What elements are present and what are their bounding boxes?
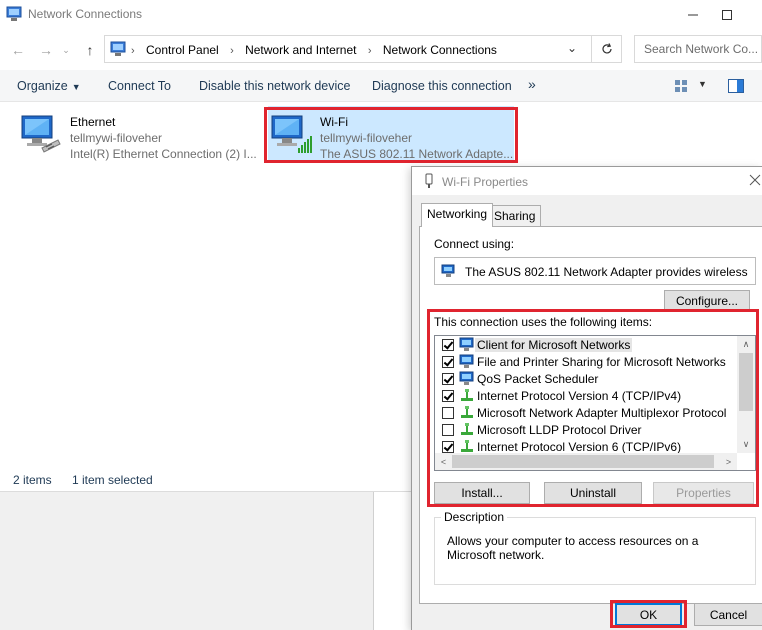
breadcrumb-item-control-panel[interactable]: Control Panel [146, 43, 219, 57]
maximize-button[interactable] [704, 0, 750, 30]
forward-button[interactable]: → [36, 40, 56, 60]
selection-count: 1 item selected [72, 473, 153, 487]
connect-using-label: Connect using: [434, 237, 515, 251]
address-dropdown-icon[interactable]: ⌄ [567, 41, 577, 55]
tab-networking[interactable]: Networking [421, 203, 494, 227]
view-dropdown-icon[interactable]: ▼ [698, 79, 707, 89]
forward-arrow-icon: → [39, 42, 53, 58]
network-connections-icon [6, 6, 22, 21]
items-highlight-box [427, 309, 759, 507]
more-commands-button[interactable]: » [528, 76, 536, 92]
breadcrumb-separator-icon: › [131, 45, 135, 57]
tab-sharing[interactable]: Sharing [488, 205, 542, 226]
description-title: Description [441, 510, 508, 524]
description-text: Allows your computer to access resources… [447, 534, 699, 562]
up-button[interactable]: ↑ [80, 40, 100, 60]
breadcrumb-separator-icon: › [367, 45, 372, 57]
breadcrumb-item-network-connections[interactable]: Network Connections [383, 43, 497, 57]
cancel-button[interactable]: Cancel [694, 603, 762, 626]
back-arrow-icon: ← [11, 42, 25, 58]
search-input[interactable] [636, 37, 760, 61]
diagnose-connection-button[interactable]: Diagnose this connection [372, 79, 512, 93]
command-bar: Organize ▼ Connect To Disable this networ… [0, 70, 762, 102]
breadcrumb: › Control Panel › Network and Internet ›… [131, 43, 497, 57]
navigation-bar: ← → ⌄ ↑ › Control Panel › Network and In… [0, 33, 762, 65]
adapter-name: The ASUS 802.11 Network Adapter provides… [465, 265, 751, 279]
item-count: 2 items [13, 473, 52, 487]
close-icon[interactable] [748, 173, 762, 187]
refresh-icon [601, 43, 612, 54]
organize-menu[interactable]: Organize ▼ [17, 79, 81, 93]
wifi-adapter-icon [425, 173, 433, 188]
change-view-button[interactable] [674, 79, 688, 96]
dialog-title-bar: Wi-Fi Properties [412, 167, 762, 195]
network-adapter-icon [441, 264, 455, 277]
chevron-down-icon: ⌄ [62, 44, 70, 55]
recent-locations-button[interactable]: ⌄ [60, 40, 72, 60]
title-bar: Network Connections [0, 0, 762, 30]
view-options-icon [675, 80, 687, 92]
breadcrumb-item-network-and-internet[interactable]: Network and Internet [245, 43, 356, 57]
connection-item-ethernet[interactable]: Ethernet tellmywi-filoveher Intel(R) Eth… [18, 106, 268, 162]
description-group: Description Allows your computer to acce… [434, 510, 756, 585]
chevron-down-icon: ▼ [71, 82, 81, 92]
disable-device-button[interactable]: Disable this network device [199, 79, 350, 93]
connect-to-button[interactable]: Connect To [108, 79, 171, 93]
minimize-icon [688, 14, 698, 16]
preview-pane-icon [728, 79, 744, 93]
back-button[interactable]: ← [8, 40, 28, 60]
window-title: Network Connections [28, 7, 143, 21]
dialog-title: Wi-Fi Properties [442, 175, 529, 189]
address-bar[interactable]: › Control Panel › Network and Internet ›… [104, 35, 592, 63]
connection-device: Intel(R) Ethernet Connection (2) I... [70, 147, 257, 161]
search-box [634, 35, 762, 63]
lower-background [0, 492, 374, 630]
breadcrumb-separator-icon: › [230, 45, 234, 57]
ok-highlight-box [610, 600, 687, 628]
ethernet-adapter-icon [21, 115, 61, 153]
refresh-button[interactable] [592, 35, 622, 63]
connection-network: tellmywi-filoveher [70, 131, 163, 145]
wifi-properties-dialog: Wi-Fi Properties Networking Sharing Conn… [411, 166, 762, 630]
connection-name: Ethernet [70, 115, 116, 129]
adapter-field: The ASUS 802.11 Network Adapter provides… [434, 257, 756, 285]
connection-details: Ethernet tellmywi-filoveher Intel(R) Eth… [70, 114, 257, 162]
organize-label: Organize [17, 79, 68, 93]
up-arrow-icon: ↑ [86, 42, 94, 58]
preview-pane-button[interactable] [728, 79, 744, 96]
control-panel-icon [110, 41, 126, 56]
wifi-highlight-box [264, 107, 518, 163]
maximize-icon [722, 10, 732, 20]
